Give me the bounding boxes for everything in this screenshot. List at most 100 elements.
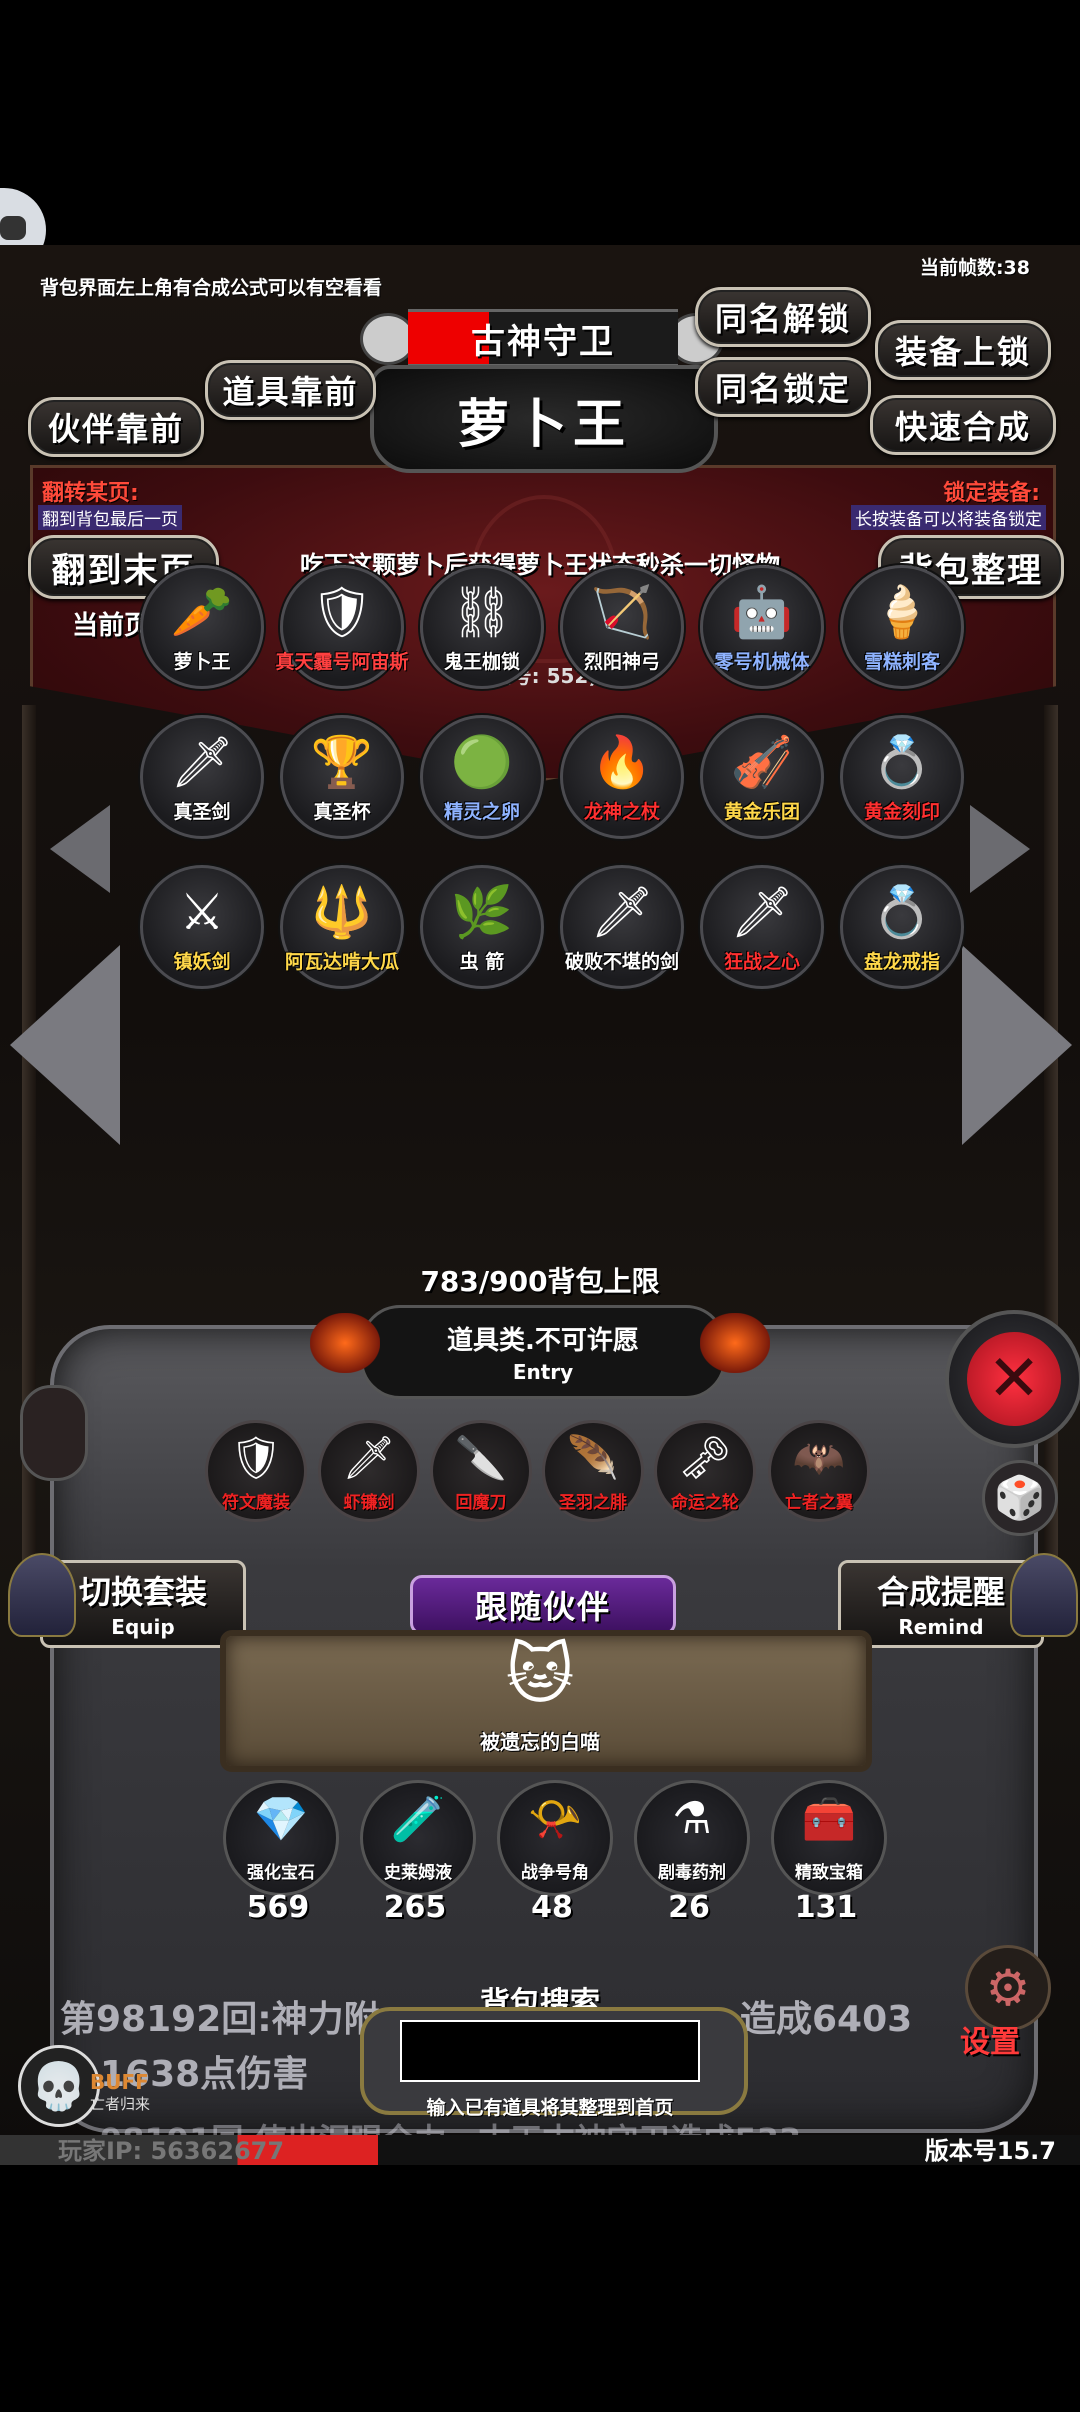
fps-counter: 当前帧数:38	[919, 257, 1030, 279]
inventory-slot[interactable]: 🍦 雪糕刺客	[840, 565, 964, 689]
equipped-slot[interactable]: 🔪 回魔刀	[430, 1420, 532, 1522]
dice-icon[interactable]: 🎲	[982, 1460, 1058, 1536]
item-label: 萝卜王	[173, 651, 231, 673]
item-icon: 🥕	[170, 583, 234, 641]
resource-icon: 💎	[253, 1794, 309, 1845]
player-ip: 玩家IP: 56362677	[58, 2137, 285, 2165]
next-page-small-arrow[interactable]	[970, 805, 1030, 893]
item-icon: 🤖	[730, 583, 794, 641]
resource-label: 强化宝石	[247, 1863, 315, 1883]
item-icon: 🔥	[590, 733, 654, 791]
equip-label: 虾镰剑	[343, 1493, 395, 1513]
settings-label[interactable]: 设置	[960, 2017, 1020, 2061]
battle-log-line1b: 造成6403	[740, 1999, 913, 2040]
resource-slot[interactable]: 🧰 精致宝箱	[771, 1780, 887, 1896]
item-icon: 🍦	[870, 583, 934, 641]
inventory-slot[interactable]: 🗡 真圣剑	[140, 715, 264, 839]
resource-count: 48	[531, 1890, 573, 1925]
inventory-slot[interactable]: 🔥 龙神之杖	[560, 715, 684, 839]
item-name: 萝卜王	[456, 394, 631, 455]
item-label: 盘龙戒指	[863, 951, 940, 973]
next-page-arrow[interactable]	[962, 945, 1072, 1145]
equip-icon: 🔪	[454, 1433, 508, 1482]
resource-count: 569	[246, 1890, 310, 1925]
resource-slot[interactable]: ⚗ 剧毒药剂	[634, 1780, 750, 1896]
close-icon: ✕	[967, 1332, 1061, 1426]
game-screen: 背包界面左上角有合成公式可以有空看看 当前帧数:38 古神守卫 萝卜王 同名解锁…	[0, 245, 1080, 2165]
inventory-slot[interactable]: 🗡 破败不堪的剑	[560, 865, 684, 989]
item-label: 虫 箭	[459, 951, 505, 973]
item-icon: 💍	[870, 733, 934, 791]
same-name-unlock-button[interactable]: 同名解锁	[695, 287, 871, 347]
prev-page-small-arrow[interactable]	[50, 805, 110, 893]
version-number: 版本号15.7	[924, 2137, 1056, 2165]
item-icon: ⚔	[179, 883, 225, 941]
item-label: 零号机械体	[714, 651, 810, 673]
equip-label: 命运之轮	[671, 1493, 739, 1513]
same-name-lock-button[interactable]: 同名锁定	[695, 357, 871, 417]
inventory-slot[interactable]: 🗡 狂战之心	[700, 865, 824, 989]
item-category-plate: 古神守卫	[408, 309, 678, 367]
item-icon: ⛓	[450, 583, 514, 641]
inventory-slot[interactable]: ⛓ 鬼王枷锁	[420, 565, 544, 689]
item-category: 古神守卫	[471, 321, 615, 362]
inventory-slot[interactable]: 🟢 精灵之卵	[420, 715, 544, 839]
equip-label: 亡者之翼	[785, 1493, 853, 1513]
flip-page-title: 翻转某页:	[42, 481, 139, 506]
hint-text: 背包界面左上角有合成公式可以有空看看	[40, 277, 383, 299]
equip-icon: 🦇	[792, 1433, 846, 1482]
close-button[interactable]: ✕	[945, 1310, 1080, 1448]
equip-icon: 🪶	[566, 1433, 620, 1482]
quick-craft-button[interactable]: 快速合成	[870, 395, 1056, 455]
prev-page-arrow[interactable]	[10, 945, 120, 1145]
flame-wing-left-icon	[310, 1313, 380, 1373]
inventory-slot[interactable]: 💍 盘龙戒指	[840, 865, 964, 989]
equip-icon: 🗡	[342, 1433, 396, 1482]
inventory-slot[interactable]: 🏆 真圣杯	[280, 715, 404, 839]
equip-label: 符文魔装	[222, 1493, 290, 1513]
partner-slot[interactable]: 🐱 被遗忘的白喵	[480, 1630, 600, 1754]
items-front-button[interactable]: 道具靠前	[205, 360, 376, 420]
resource-label: 精致宝箱	[795, 1863, 863, 1883]
item-label: 黄金乐团	[723, 801, 800, 823]
equipped-slot[interactable]: 🗡 虾镰剑	[318, 1420, 420, 1522]
buff-skull-icon[interactable]: 💀	[18, 2045, 100, 2127]
equipped-slot[interactable]: 🦇 亡者之翼	[768, 1420, 870, 1522]
item-icon: 🟢	[450, 733, 514, 791]
buff-sublabel: 亡者归来	[90, 2095, 151, 2113]
partner-name: 被遗忘的白喵	[480, 1730, 600, 1754]
equip-icon: 🗝	[678, 1433, 732, 1482]
equip-icon: 🛡	[229, 1433, 283, 1482]
resource-count: 131	[794, 1890, 858, 1925]
item-label: 真天霾号阿宙斯	[275, 651, 409, 673]
inventory-slot[interactable]: 🤖 零号机械体	[700, 565, 824, 689]
item-label: 破败不堪的剑	[564, 951, 679, 973]
equipped-slot[interactable]: 🪶 圣羽之腓	[542, 1420, 644, 1522]
partner-front-button[interactable]: 伙伴靠前	[28, 397, 204, 457]
item-label: 阿瓦达啃大瓜	[284, 951, 399, 973]
inventory-slot[interactable]: 🎻 黄金乐团	[700, 715, 824, 839]
item-label: 真圣杯	[313, 801, 371, 823]
inventory-slot[interactable]: 🌿 虫 箭	[420, 865, 544, 989]
item-icon: 🔱	[310, 883, 374, 941]
resource-slot[interactable]: 💎 强化宝石	[223, 1780, 339, 1896]
resource-slot[interactable]: 📯 战争号角	[497, 1780, 613, 1896]
item-icon: 🛡	[310, 583, 374, 641]
item-label: 鬼王枷锁	[443, 651, 520, 673]
inventory-slot[interactable]: 🔱 阿瓦达啃大瓜	[280, 865, 404, 989]
equipment-lock-button[interactable]: 装备上锁	[875, 320, 1051, 380]
resource-slot[interactable]: 🧪 史莱姆液	[360, 1780, 476, 1896]
item-label: 狂战之心	[723, 951, 800, 973]
inventory-slot[interactable]: ⚔ 镇妖剑	[140, 865, 264, 989]
equipped-slot[interactable]: 🛡 符文魔装	[205, 1420, 307, 1522]
inventory-slot[interactable]: 🛡 真天霾号阿宙斯	[275, 565, 409, 689]
resource-icon: 🧰	[801, 1794, 857, 1845]
inventory-slot[interactable]: 💍 黄金刻印	[840, 715, 964, 839]
bag-search-input[interactable]	[400, 2020, 700, 2082]
shop-icon[interactable]	[20, 1385, 88, 1481]
buff-label: BUFF	[90, 2070, 149, 2094]
inventory-slot[interactable]: 🥕 萝卜王	[140, 565, 264, 689]
equipped-slot[interactable]: 🗝 命运之轮	[654, 1420, 756, 1522]
inventory-slot[interactable]: 🏹 烈阳神弓	[560, 565, 684, 689]
resource-icon: 🧪	[390, 1794, 446, 1845]
